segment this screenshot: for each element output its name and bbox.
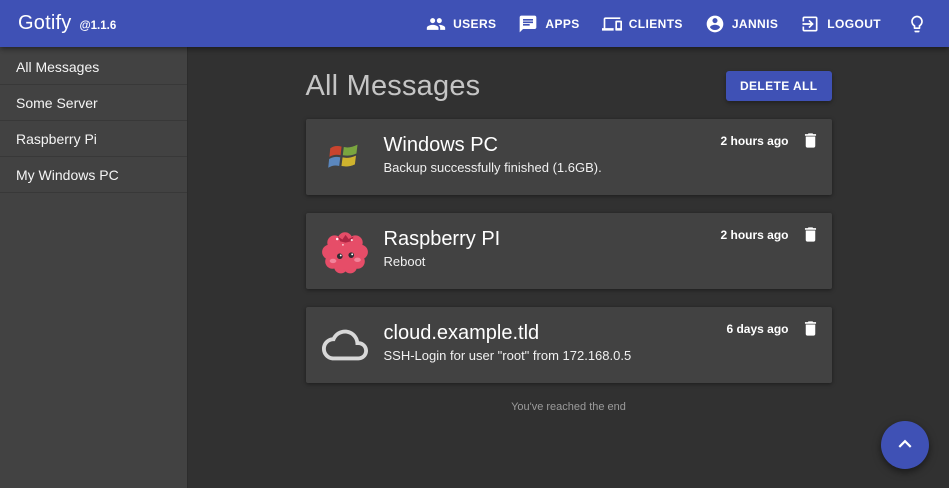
gotify-app: Gotify @1.1.6 USERS APPS CLIENTS	[0, 0, 949, 488]
chat-icon	[518, 14, 538, 34]
message-body: Raspberry PI Reboot	[384, 213, 721, 289]
sidebar-item-some-server[interactable]: Some Server	[0, 85, 187, 121]
message-app-name: Raspberry PI	[384, 228, 721, 251]
message-card-cloud-example-tld: cloud.example.tld SSH-Login for user "ro…	[306, 307, 832, 383]
theme-toggle-button[interactable]	[901, 8, 933, 40]
logout-icon	[800, 14, 820, 34]
nav-apps-label: APPS	[545, 17, 579, 31]
sidebar-item-raspberry-pi[interactable]: Raspberry Pi	[0, 121, 187, 157]
sidebar-item-label: Some Server	[16, 95, 98, 111]
nav-apps-button[interactable]: APPS	[514, 8, 583, 40]
lightbulb-icon	[907, 14, 927, 34]
chevron-up-icon	[892, 431, 918, 460]
sidebar-item-label: Raspberry Pi	[16, 131, 97, 147]
raspberry-logo-icon	[306, 213, 384, 289]
message-body: cloud.example.tld SSH-Login for user "ro…	[384, 307, 727, 383]
message-card-raspberry-pi: Raspberry PI Reboot 2 hours ago	[306, 213, 832, 289]
top-nav: USERS APPS CLIENTS JANNIS	[422, 8, 933, 40]
message-text: Backup successfully finished (1.6GB).	[384, 160, 721, 175]
sidebar-item-my-windows-pc[interactable]: My Windows PC	[0, 157, 187, 193]
message-app-name: Windows PC	[384, 134, 721, 157]
users-icon	[426, 14, 446, 34]
app-title: Gotify	[18, 12, 71, 35]
message-text: SSH-Login for user "root" from 172.168.0…	[384, 348, 727, 363]
nav-user-account-button[interactable]: JANNIS	[701, 8, 782, 40]
delete-all-button[interactable]: DELETE ALL	[726, 71, 832, 101]
title-row: All Messages DELETE ALL	[306, 69, 832, 103]
message-text: Reboot	[384, 254, 721, 269]
message-body: Windows PC Backup successfully finished …	[384, 119, 721, 195]
nav-clients-label: CLIENTS	[629, 17, 683, 31]
nav-logout-label: LOGOUT	[827, 17, 881, 31]
app-version: @1.1.6	[79, 20, 116, 32]
message-app-name: cloud.example.tld	[384, 322, 727, 345]
messages-panel: All Messages DELETE ALL	[306, 47, 832, 413]
nav-users-button[interactable]: USERS	[422, 8, 500, 40]
sidebar-item-label: All Messages	[16, 59, 99, 75]
scroll-to-top-button[interactable]	[881, 421, 929, 469]
sidebar-item-all-messages[interactable]: All Messages	[0, 49, 187, 85]
message-timestamp: 2 hours ago	[720, 228, 788, 242]
cloud-icon	[306, 307, 384, 383]
brand: Gotify @1.1.6	[18, 12, 116, 35]
delete-message-button[interactable]	[801, 225, 820, 247]
message-meta: 2 hours ago	[720, 119, 831, 195]
trash-icon	[801, 232, 820, 247]
nav-username-label: JANNIS	[732, 17, 778, 31]
message-meta: 2 hours ago	[720, 213, 831, 289]
delete-message-button[interactable]	[801, 131, 820, 153]
message-card-windows-pc: Windows PC Backup successfully finished …	[306, 119, 832, 195]
message-timestamp: 2 hours ago	[720, 134, 788, 148]
nav-clients-button[interactable]: CLIENTS	[598, 8, 687, 40]
layout: All Messages Some Server Raspberry Pi My…	[0, 47, 949, 488]
end-of-list-text: You've reached the end	[306, 401, 832, 413]
nav-users-label: USERS	[453, 17, 496, 31]
windows-logo-icon	[306, 119, 384, 195]
trash-icon	[801, 326, 820, 341]
nav-logout-button[interactable]: LOGOUT	[796, 8, 885, 40]
delete-message-button[interactable]	[801, 319, 820, 341]
main-content: All Messages DELETE ALL	[188, 47, 949, 488]
page-title: All Messages	[306, 69, 481, 103]
sidebar-item-label: My Windows PC	[16, 167, 119, 183]
devices-icon	[602, 14, 622, 34]
app-bar: Gotify @1.1.6 USERS APPS CLIENTS	[0, 0, 949, 47]
sidebar: All Messages Some Server Raspberry Pi My…	[0, 47, 188, 488]
trash-icon	[801, 138, 820, 153]
message-meta: 6 days ago	[726, 307, 831, 383]
account-circle-icon	[705, 14, 725, 34]
message-timestamp: 6 days ago	[726, 322, 788, 336]
